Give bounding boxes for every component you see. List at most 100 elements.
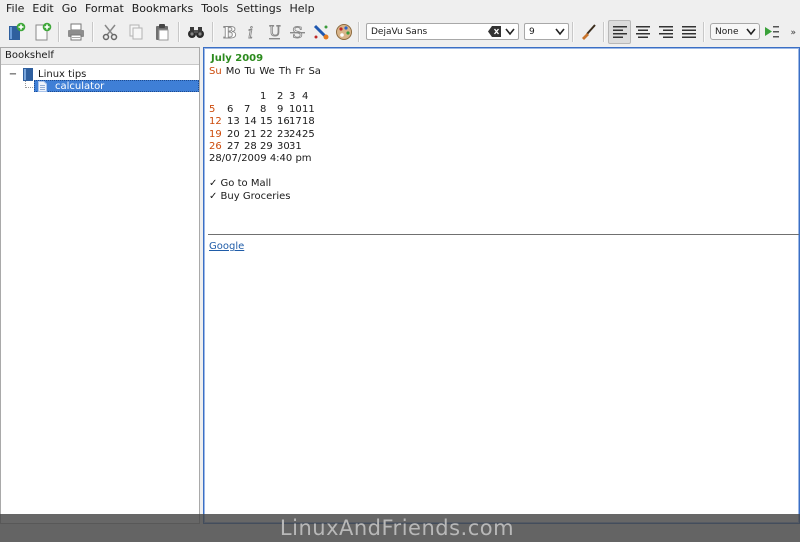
bookshelf-panel: Bookshelf − Linux tips calculator	[0, 47, 200, 524]
todo-item: ✓ Go to Mall	[209, 178, 272, 189]
calendar-day: 12	[209, 116, 222, 128]
binoculars-icon	[188, 26, 204, 38]
heading-style-value: None	[715, 26, 739, 37]
bold-button[interactable]: B	[217, 20, 240, 44]
toolbar-separator	[212, 21, 214, 42]
bookshelf-header: Bookshelf	[1, 48, 199, 65]
new-page-button[interactable]	[29, 20, 55, 44]
svg-text:i: i	[248, 23, 253, 42]
copy-button[interactable]	[123, 20, 149, 44]
clear-text-icon[interactable]	[488, 26, 501, 37]
todo-item: ✓ Buy Groceries	[209, 191, 291, 202]
horizontal-rule	[208, 234, 799, 235]
calendar-day: 17	[289, 116, 302, 128]
paint-brush-button[interactable]	[577, 20, 600, 44]
calendar-day: 19	[209, 128, 222, 140]
menu-tools[interactable]: Tools	[197, 1, 232, 16]
calendar-day: 6	[227, 103, 234, 115]
menu-format[interactable]: Format	[81, 1, 128, 16]
toolbar: B i U S DejaVu Sans 9 None	[0, 17, 800, 46]
menu-help[interactable]: Help	[285, 1, 318, 16]
paste-button[interactable]	[149, 20, 175, 44]
run-button[interactable]	[760, 20, 783, 44]
calendar-day: 9	[277, 103, 284, 115]
font-family-combo[interactable]: DejaVu Sans	[366, 23, 519, 40]
calendar-day: 10	[289, 103, 302, 115]
menu-go[interactable]: Go	[58, 1, 81, 16]
play-list-icon	[764, 25, 779, 37]
day-name: Fr	[295, 66, 305, 77]
calendar-day: 28	[244, 141, 257, 153]
svg-text:U: U	[269, 24, 281, 40]
align-left-button[interactable]	[608, 19, 631, 44]
calendar-day: 1	[260, 91, 267, 102]
new-page-icon	[35, 22, 52, 40]
font-size-value: 9	[529, 26, 535, 37]
strikethrough-button[interactable]: S	[286, 20, 309, 44]
calendar-day: 16	[277, 116, 290, 128]
calendar-day: 22	[260, 128, 273, 140]
timestamp: 28/07/2009 4:40 pm	[209, 153, 312, 164]
page-editor[interactable]: July 2009 Su Mo Tu We Th Fr Sa 123456789…	[203, 47, 800, 524]
clipboard-icon	[156, 23, 169, 40]
calendar-day: 23	[277, 128, 290, 140]
align-justify-button[interactable]	[677, 20, 700, 44]
collapse-toggle[interactable]: −	[7, 69, 19, 80]
align-right-icon	[658, 25, 673, 38]
day-name: We	[259, 66, 275, 77]
underline-button[interactable]: U	[263, 20, 286, 44]
calendar-day: 21	[244, 128, 257, 140]
calendar-day: 3	[289, 91, 296, 102]
calendar-day: 4	[302, 91, 309, 102]
toolbar-overflow-button[interactable]: »	[790, 28, 796, 38]
calendar-day: 2	[277, 91, 284, 102]
calendar-day: 30	[277, 141, 290, 153]
text-color-button[interactable]	[309, 20, 332, 44]
toolbar-separator	[178, 21, 180, 42]
tree-item-book[interactable]: − Linux tips	[7, 67, 86, 81]
toolbar-separator	[703, 21, 705, 42]
menu-settings[interactable]: Settings	[232, 1, 285, 16]
find-button[interactable]	[183, 20, 209, 44]
align-justify-icon	[681, 25, 696, 38]
underline-icon: U	[268, 23, 281, 40]
align-right-button[interactable]	[654, 20, 677, 44]
page-icon	[38, 80, 47, 92]
cut-button[interactable]	[97, 20, 123, 44]
copy-icon	[129, 24, 143, 39]
heading-style-combo[interactable]: None	[710, 23, 760, 40]
toolbar-separator	[58, 21, 60, 42]
calendar-title: July 2009	[211, 53, 264, 64]
calendar-day: 24	[289, 128, 302, 140]
calendar-day: 11	[302, 103, 315, 115]
menu-file[interactable]: File	[2, 1, 28, 16]
svg-text:B: B	[223, 23, 237, 42]
font-size-combo[interactable]: 9	[524, 23, 569, 40]
watermark-bar: LinuxAndFriends.com	[0, 514, 800, 542]
italic-button[interactable]: i	[240, 20, 263, 44]
menu-edit[interactable]: Edit	[28, 1, 57, 16]
calendar-day: 25	[302, 128, 315, 140]
tree-item-page[interactable]: calculator	[34, 80, 199, 92]
calendar-day: 14	[244, 116, 257, 128]
calendar-day: 8	[260, 103, 267, 115]
calendar-day: 7	[244, 103, 251, 115]
print-button[interactable]	[63, 20, 89, 44]
font-family-value: DejaVu Sans	[371, 26, 428, 37]
chevron-down-icon	[505, 28, 515, 36]
chevron-down-icon	[746, 28, 756, 36]
align-center-button[interactable]	[631, 20, 654, 44]
toolbar-separator	[603, 21, 605, 42]
google-link[interactable]: Google	[209, 241, 244, 252]
menu-bookmarks[interactable]: Bookmarks	[128, 1, 197, 16]
highlight-color-button[interactable]	[332, 20, 355, 44]
calendar-day: 31	[289, 141, 302, 153]
brush-icon	[581, 23, 596, 40]
day-name: Su	[209, 66, 222, 77]
watermark-text: LinuxAndFriends.com	[279, 516, 515, 540]
new-book-icon	[9, 22, 26, 40]
new-book-button[interactable]	[3, 20, 29, 44]
book-icon	[23, 67, 33, 81]
calendar-day: 27	[227, 141, 240, 153]
align-center-icon	[635, 25, 650, 38]
